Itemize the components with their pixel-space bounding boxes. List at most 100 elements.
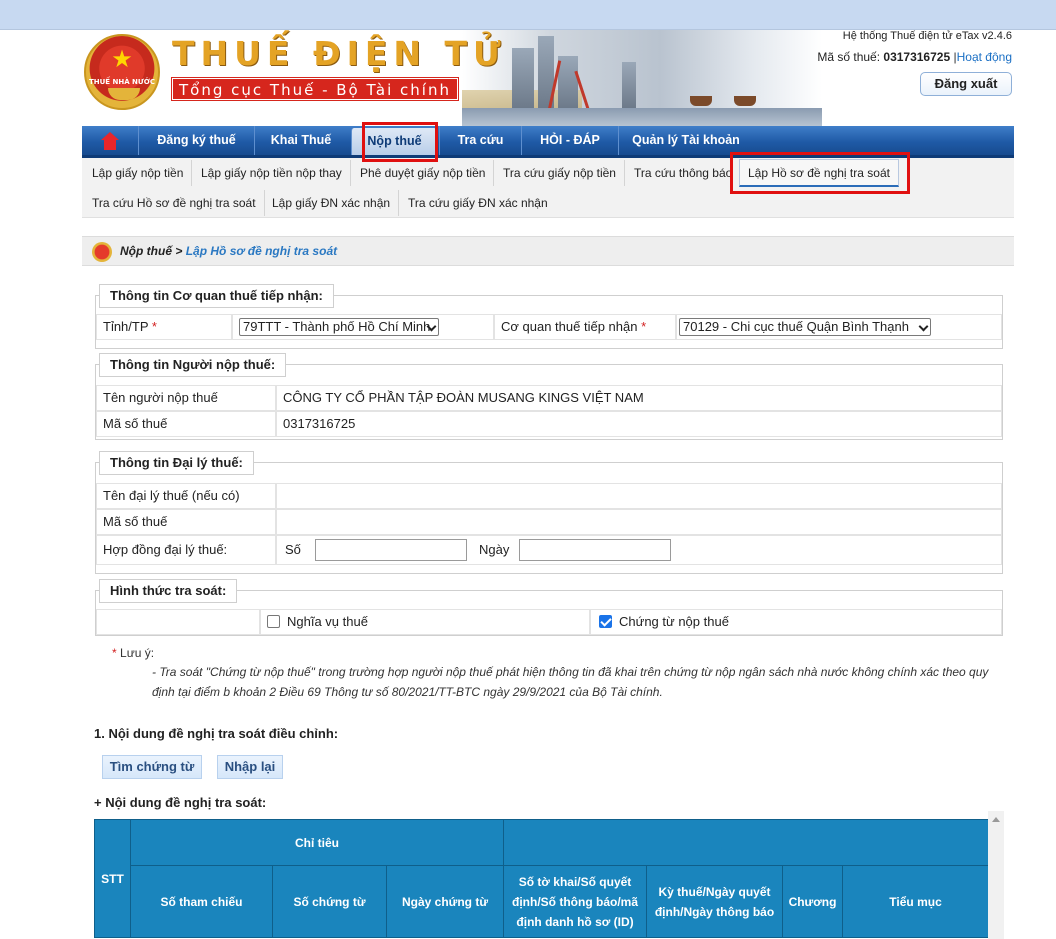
- browser-top-strip: [0, 0, 1056, 30]
- province-label: Tỉnh/TP: [103, 319, 149, 334]
- taxpayer-name-value: CÔNG TY CỔ PHẦN TẬP ĐOÀN MUSANG KINGS VI…: [276, 385, 1002, 411]
- taxpayer-fieldset: Thông tin Người nộp thuế: Tên người nộp …: [95, 353, 1003, 440]
- nav-item-quan-ly-tai-khoan[interactable]: Quản lý Tài khoản: [618, 126, 753, 155]
- review-empty-cell: [96, 609, 260, 635]
- subnav-tra-cuu-thong-bao[interactable]: Tra cứu thông báo: [626, 160, 742, 186]
- star-icon: ★: [111, 46, 133, 73]
- agent-legend: Thông tin Đại lý thuế:: [99, 451, 254, 475]
- required-mark: *: [641, 319, 647, 334]
- banner-boat: [734, 96, 756, 106]
- mst-value: 0317316725: [883, 50, 951, 64]
- province-select[interactable]: 79TTT - Thành phố Hồ Chí Minh: [239, 318, 439, 336]
- agent-fieldset: Thông tin Đại lý thuế: Tên đại lý thuế (…: [95, 451, 1003, 574]
- breadcrumb-text: Nộp thuế > Lập Hồ sơ đề nghị tra soát: [120, 244, 337, 258]
- nav-item-hoi-dap[interactable]: HỎI - ĐÁP: [521, 126, 618, 155]
- contract-date-input[interactable]: [519, 539, 671, 561]
- contract-number-label: Số: [285, 542, 301, 557]
- office-select-cell: 70129 - Chi cục thuế Quận Bình Thạnh: [676, 314, 1002, 340]
- emblem-icon: [92, 242, 112, 262]
- note-text: - Tra soát "Chứng từ nộp thuế" trong trư…: [152, 662, 994, 702]
- col-chuong: Chương: [782, 865, 844, 938]
- taxpayer-mst-value: 0317316725: [276, 411, 1002, 437]
- required-mark: *: [112, 646, 117, 660]
- review-form-legend: Hình thức tra soát:: [99, 579, 238, 603]
- taxpayer-legend: Thông tin Người nộp thuế:: [99, 353, 287, 377]
- agency-legend: Thông tin Cơ quan thuế tiếp nhận:: [99, 284, 334, 308]
- nav-item-tra-cuu[interactable]: Tra cứu: [439, 126, 521, 155]
- brand-subtitle: Tổng cục Thuế - Bộ Tài chính: [172, 78, 458, 100]
- agent-contract-label: Hợp đồng đại lý thuế:: [96, 535, 276, 565]
- subnav-lap-giay-nop-tien-nop-thay[interactable]: Lập giấy nộp tiền nộp thay: [193, 160, 351, 186]
- section-title: 1. Nội dung đề nghị tra soát điều chỉnh:: [94, 726, 339, 741]
- chevron-down-icon: [918, 321, 929, 332]
- emblem-logo: ★ THUẾ NHÀ NƯỚC: [84, 34, 160, 110]
- logout-button[interactable]: Đăng xuất: [920, 72, 1012, 96]
- subnav-tra-cuu-giay-nop-tien[interactable]: Tra cứu giấy nộp tiền: [495, 160, 625, 186]
- agent-name-value: [276, 483, 1002, 509]
- home-icon: [101, 131, 119, 150]
- activity-link[interactable]: Hoạt động: [957, 50, 1012, 64]
- payment-document-label: Chứng từ nộp thuế: [619, 614, 729, 629]
- review-form-fieldset: Hình thức tra soát: Nghĩa vụ thuế Chứng …: [95, 579, 1003, 636]
- office-selected: 70129 - Chi cục thuế Quận Bình Thạnh: [683, 319, 909, 334]
- review-option2-cell: Chứng từ nộp thuế: [590, 609, 1002, 635]
- search-document-button[interactable]: Tìm chứng từ: [102, 755, 202, 779]
- highlight-box-lap-ho-so: [730, 152, 910, 194]
- subnav-tra-cuu-ho-so-tra-soat[interactable]: Tra cứu Hồ sơ đề nghị tra soát: [84, 190, 265, 216]
- mst-label: Mã số thuế:: [817, 50, 881, 64]
- review-table: STT Chỉ tiêu Số tham chiếu Số chứng từ N…: [94, 819, 990, 938]
- nav-item-dang-ky-thue[interactable]: Đăng ký thuế: [138, 126, 254, 155]
- reset-button[interactable]: Nhập lại: [217, 755, 283, 779]
- subnav-lap-giay-nop-tien[interactable]: Lập giấy nộp tiền: [84, 160, 193, 186]
- nav-home[interactable]: [82, 126, 138, 155]
- contract-number-input[interactable]: [315, 539, 467, 561]
- payment-document-checkbox[interactable]: [599, 615, 612, 628]
- taxpayer-mst-label: Mã số thuế: [96, 411, 276, 437]
- agent-contract-cell: Số Ngày: [276, 535, 1002, 565]
- breadcrumb: Nộp thuế > Lập Hồ sơ đề nghị tra soát: [82, 236, 1014, 266]
- site-header: ★ THUẾ NHÀ NƯỚC THUẾ ĐIỆN TỬ Tổng cục Th…: [82, 30, 1014, 126]
- table-scrollbar[interactable]: [988, 811, 1004, 939]
- col-ngay-chung-tu: Ngày chứng từ: [385, 865, 505, 938]
- agent-mst-value: [276, 509, 1002, 535]
- agent-name-label: Tên đại lý thuế (nếu có): [96, 483, 276, 509]
- subnav-tra-cuu-giay-dn-xac-nhan[interactable]: Tra cứu giấy ĐN xác nhận: [400, 190, 556, 216]
- note-label: * Lưu ý:: [112, 646, 154, 660]
- banner-building: [622, 62, 636, 108]
- review-table-wrap: STT Chỉ tiêu Số tham chiếu Số chứng từ N…: [94, 819, 990, 939]
- taxpayer-name-label: Tên người nộp thuế: [96, 385, 276, 411]
- office-label: Cơ quan thuế tiếp nhận: [501, 319, 638, 334]
- banner-building: [558, 56, 578, 108]
- col-so-chung-tu: Số chứng từ: [272, 865, 387, 938]
- scroll-up-arrow-icon[interactable]: [992, 817, 1000, 822]
- account-info: Mã số thuế: 0317316725 |Hoạt động: [817, 50, 1012, 64]
- office-label-cell: Cơ quan thuế tiếp nhận *: [494, 314, 676, 340]
- province-selected: 79TTT - Thành phố Hồ Chí Minh: [243, 319, 431, 334]
- subnav-lap-giay-dn-xac-nhan[interactable]: Lập giấy ĐN xác nhận: [264, 190, 400, 216]
- subnav-phe-duyet-giay-nop-tien[interactable]: Phê duyệt giấy nộp tiền: [352, 160, 495, 186]
- note-body: - Tra soát "Chứng từ nộp thuế" trong trư…: [152, 665, 989, 699]
- breadcrumb-current: Lập Hồ sơ đề nghị tra soát: [185, 244, 338, 258]
- breadcrumb-separator: >: [175, 244, 183, 258]
- col-so-tham-chieu: Số tham chiếu: [130, 865, 273, 938]
- gear-icon: [108, 88, 140, 100]
- obligation-checkbox[interactable]: [267, 615, 280, 628]
- col-ky-thue: Kỳ thuế/Ngày quyết định/Ngày thông báo: [646, 865, 784, 938]
- contract-date-label: Ngày: [479, 542, 510, 557]
- breadcrumb-parent[interactable]: Nộp thuế: [120, 244, 172, 258]
- page-container: ★ THUẾ NHÀ NƯỚC THUẾ ĐIỆN TỬ Tổng cục Th…: [82, 30, 1014, 939]
- obligation-label: Nghĩa vụ thuế: [287, 614, 368, 629]
- banner-building: [512, 48, 534, 108]
- agent-mst-label: Mã số thuế: [96, 509, 276, 535]
- nav-item-khai-thue[interactable]: Khai Thuế: [254, 126, 347, 155]
- col-stt: STT: [94, 819, 131, 938]
- content-title: + Nội dung đề nghị tra soát:: [94, 795, 267, 810]
- province-select-cell: 79TTT - Thành phố Hồ Chí Minh: [232, 314, 494, 340]
- col-tieu-muc: Tiểu mục: [842, 865, 990, 938]
- office-select[interactable]: 70129 - Chi cục thuế Quận Bình Thạnh: [679, 318, 931, 336]
- agency-fieldset: Thông tin Cơ quan thuế tiếp nhận: Tỉnh/T…: [95, 284, 1003, 349]
- required-mark: *: [151, 319, 157, 334]
- system-version: Hệ thống Thuế điện tử eTax v2.4.6: [842, 30, 1012, 42]
- col-so-to-khai: Số tờ khai/Số quyết định/Số thông báo/mã…: [503, 865, 648, 938]
- col-group-empty: [503, 819, 990, 866]
